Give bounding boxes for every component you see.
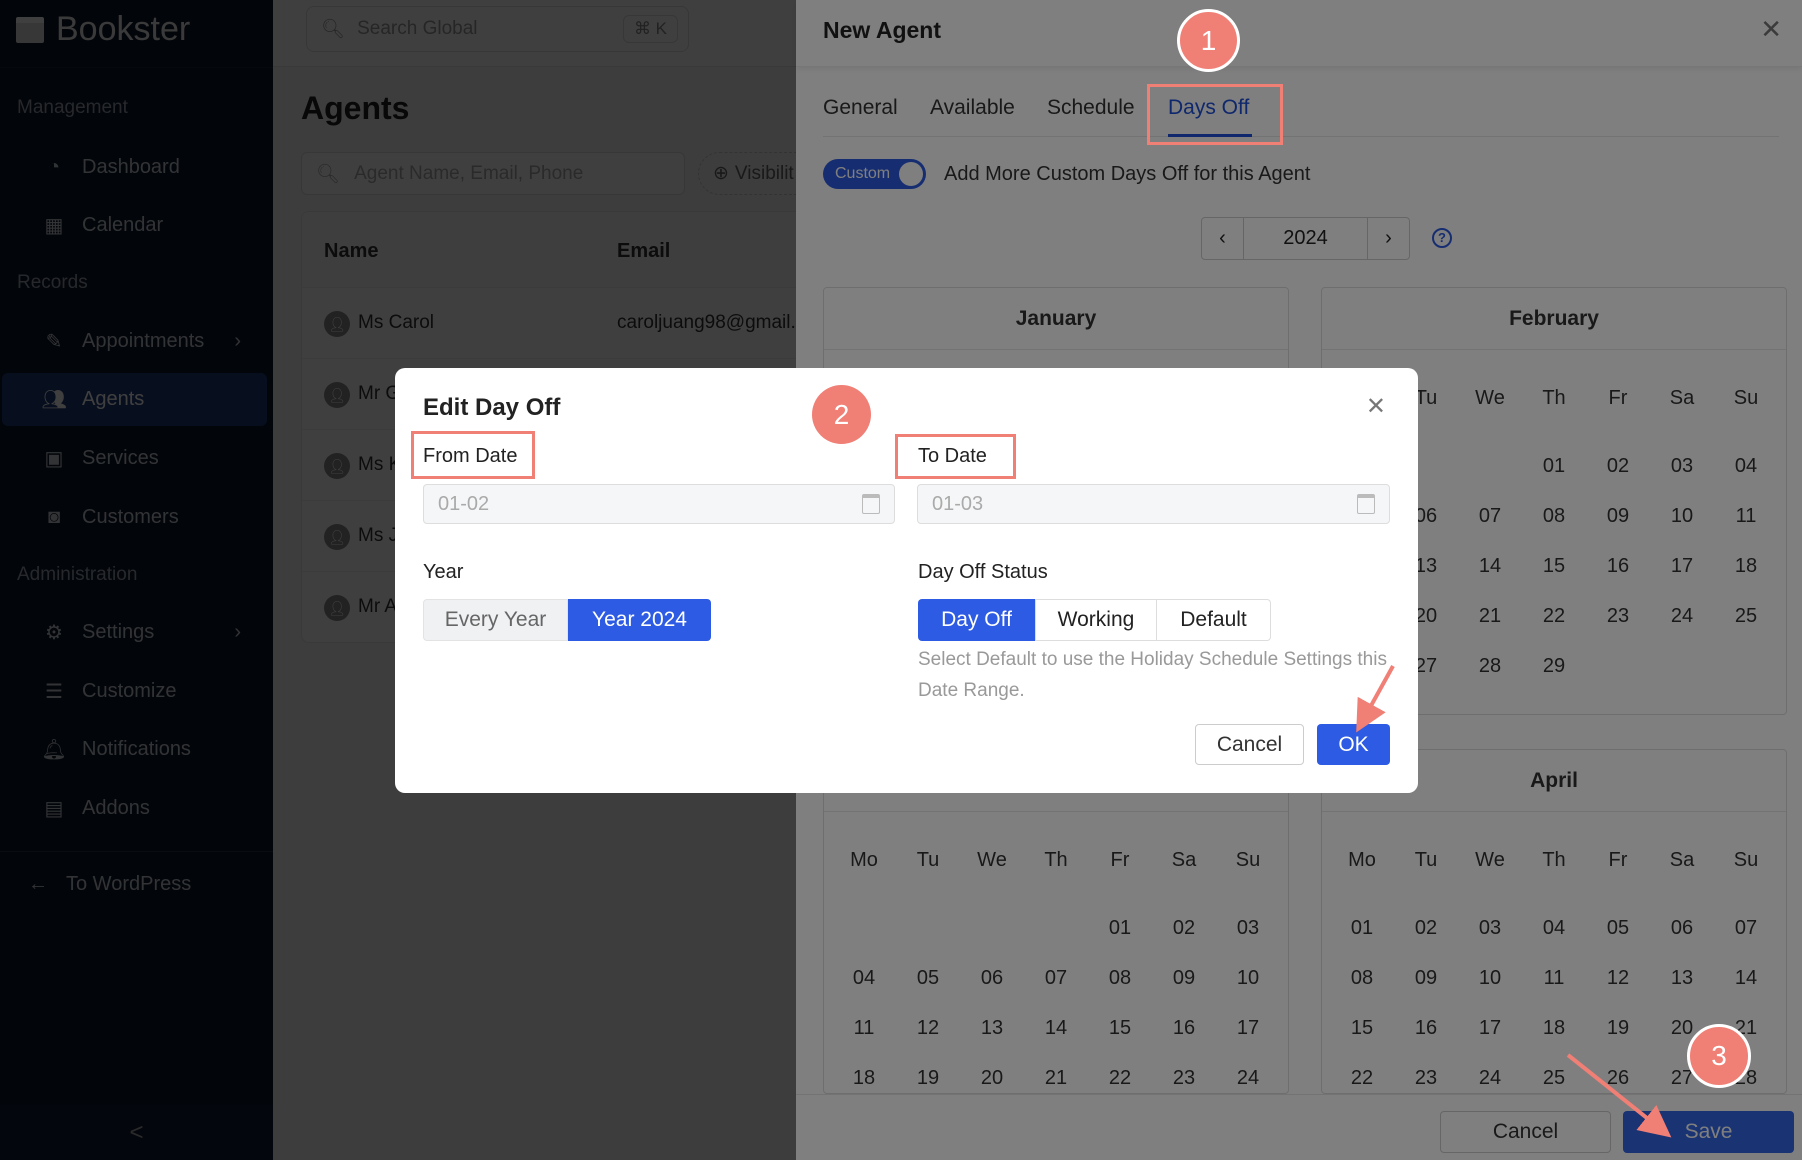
annotation-arrows xyxy=(1356,665,1672,1138)
arrow-to-ok xyxy=(1356,665,1395,733)
arrow-to-save xyxy=(1566,1053,1672,1138)
